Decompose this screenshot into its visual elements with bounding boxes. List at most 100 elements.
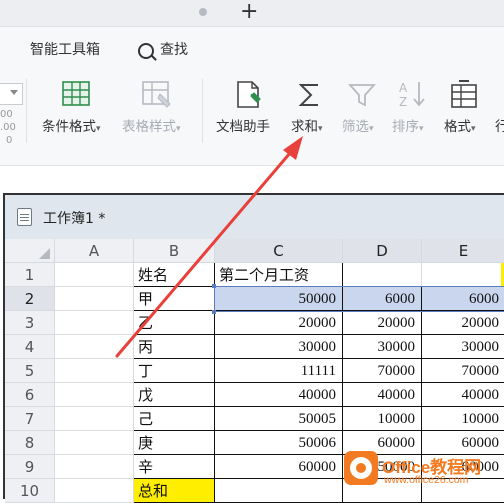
cell-d6[interactable]: 40000 [343, 383, 422, 407]
cell-b3[interactable]: 乙 [134, 311, 215, 335]
cell-c8[interactable]: 50006 [215, 431, 343, 455]
watermark-url: www.office26.com [384, 474, 469, 486]
cell-b2[interactable]: 甲 [134, 287, 215, 311]
decimal-label: 0 [6, 135, 13, 146]
cell-e6[interactable]: 40000 [422, 383, 504, 407]
column-header-c[interactable]: C [215, 239, 343, 263]
format-button[interactable]: 格式▾ [444, 115, 476, 135]
conditional-format-button[interactable]: 条件格式▾ [42, 115, 101, 135]
row-header[interactable]: 9 [5, 455, 55, 479]
new-tab-button[interactable]: + [240, 0, 258, 24]
cell-c5[interactable]: 11111 [215, 359, 343, 383]
cell-c10[interactable] [215, 479, 343, 503]
cell-a9[interactable] [55, 455, 134, 479]
svg-text:Z: Z [399, 95, 407, 109]
cell-d5[interactable]: 70000 [343, 359, 422, 383]
conditional-format-icon[interactable] [61, 80, 91, 108]
sum-button[interactable]: 求和▾ [291, 115, 323, 135]
table-style-icon [142, 81, 171, 108]
menu-bar: 智能工具箱 查找 [0, 27, 504, 71]
cell-d3[interactable]: 20000 [343, 311, 422, 335]
cell-d4[interactable]: 30000 [343, 335, 422, 359]
menu-smart-toolbox[interactable]: 智能工具箱 [30, 39, 100, 59]
ribbon-divider [26, 79, 27, 143]
row-header[interactable]: 2 [5, 287, 55, 311]
row-header[interactable]: 7 [5, 407, 55, 431]
chevron-down-icon [10, 90, 18, 95]
row-header[interactable]: 5 [5, 359, 55, 383]
format-icon[interactable] [449, 80, 479, 110]
menu-search[interactable]: 查找 [160, 39, 188, 59]
row-col-button[interactable]: 行 [495, 115, 504, 135]
decimal-decrease-label[interactable]: .00 [0, 122, 16, 133]
decimal-increase-label[interactable]: 00 [0, 109, 13, 120]
cell-e4[interactable]: 30000 [422, 335, 504, 359]
cell-d2[interactable]: 6000 [343, 287, 422, 311]
cell-a6[interactable] [55, 383, 134, 407]
row-header[interactable]: 10 [5, 479, 55, 503]
row-header[interactable]: 4 [5, 335, 55, 359]
office-logo-icon [344, 451, 378, 485]
cell-b9[interactable]: 辛 [134, 455, 215, 479]
cell-e1[interactable] [422, 263, 504, 287]
workbook-title: 工作簿1 * [43, 211, 106, 227]
cell-e3[interactable]: 20000 [422, 311, 504, 335]
cell-c9[interactable]: 60000 [215, 455, 343, 479]
cell-c1[interactable]: 第二个月工资 [215, 263, 343, 287]
cell-a4[interactable] [55, 335, 134, 359]
column-header-b[interactable]: B [134, 239, 215, 263]
column-header-e[interactable]: E [422, 239, 504, 263]
cell-a10[interactable] [55, 479, 134, 503]
row-header[interactable]: 1 [5, 263, 55, 287]
cell-c2[interactable]: 50000 [215, 287, 343, 311]
select-all-corner[interactable] [5, 239, 55, 263]
filter-button: 筛选▾ [342, 119, 374, 135]
cell-a1[interactable] [55, 263, 134, 287]
cell-a7[interactable] [55, 407, 134, 431]
svg-text:A: A [399, 81, 408, 95]
cell-a8[interactable] [55, 431, 134, 455]
workbook-title-bar[interactable]: 工作簿1 * [5, 195, 504, 239]
cell-a5[interactable] [55, 359, 134, 383]
column-header-a[interactable]: A [55, 239, 134, 263]
cell-c3[interactable]: 20000 [215, 311, 343, 335]
tab-status-dot [199, 8, 207, 16]
cell-b7[interactable]: 己 [134, 407, 215, 431]
cell-d7[interactable]: 10000 [343, 407, 422, 431]
workspace-gap [0, 166, 504, 192]
cell-a2[interactable] [55, 287, 134, 311]
cell-e2[interactable]: 6000 [422, 287, 504, 311]
cell-e5[interactable]: 70000 [422, 359, 504, 383]
cell-c4[interactable]: 30000 [215, 335, 343, 359]
cell-a3[interactable] [55, 311, 134, 335]
row-header[interactable]: 8 [5, 431, 55, 455]
cell-b6[interactable]: 戊 [134, 383, 215, 407]
row-header[interactable]: 3 [5, 311, 55, 335]
select-all-triangle-icon [39, 248, 50, 259]
document-icon [17, 208, 32, 226]
cell-b1[interactable]: 姓名 [134, 263, 215, 287]
document-assistant-button[interactable]: 文档助手 [216, 115, 270, 135]
document-assistant-icon[interactable] [234, 80, 264, 110]
row-header[interactable]: 6 [5, 383, 55, 407]
cell-e8[interactable]: 60000 [422, 431, 504, 455]
cell-d1[interactable] [343, 263, 422, 287]
cell-c6[interactable]: 40000 [215, 383, 343, 407]
search-icon[interactable] [138, 43, 154, 59]
cell-b4[interactable]: 丙 [134, 335, 215, 359]
sort-icon: A Z [399, 81, 425, 109]
number-format-dropdown[interactable] [0, 83, 23, 105]
cell-b5[interactable]: 丁 [134, 359, 215, 383]
ribbon-toolbar: 00 .00 0 条件格式▾ 表格样式▾ 文档助手 求和▾ 筛选▾ A Z 排序… [0, 71, 504, 166]
tab-strip: + [0, 0, 504, 27]
filter-icon [348, 84, 376, 107]
sort-button: 排序▾ [392, 119, 424, 135]
cell-e7[interactable]: 10000 [422, 407, 504, 431]
selection-handle[interactable] [212, 284, 216, 288]
selection-handle[interactable] [212, 310, 216, 314]
column-header-d[interactable]: D [343, 239, 422, 263]
cell-c7[interactable]: 50005 [215, 407, 343, 431]
cell-b10[interactable]: 总和 [134, 479, 215, 503]
sigma-icon[interactable] [298, 82, 322, 108]
cell-b8[interactable]: 庚 [134, 431, 215, 455]
